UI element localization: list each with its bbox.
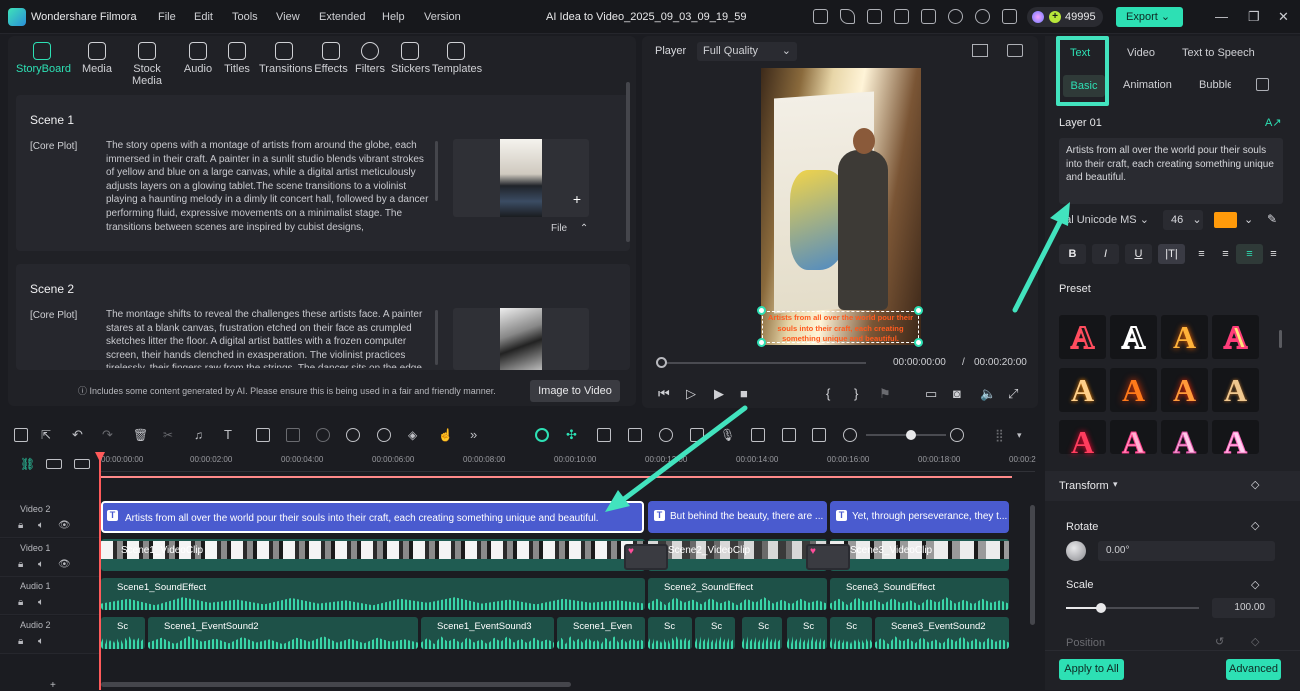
arrow-head-1 (1050, 202, 1070, 226)
annotation-arrows (605, 202, 1070, 512)
arrow-to-text-field (1012, 215, 1065, 313)
arrow-to-text-clip (617, 405, 748, 505)
arrow-head-2 (605, 490, 630, 512)
